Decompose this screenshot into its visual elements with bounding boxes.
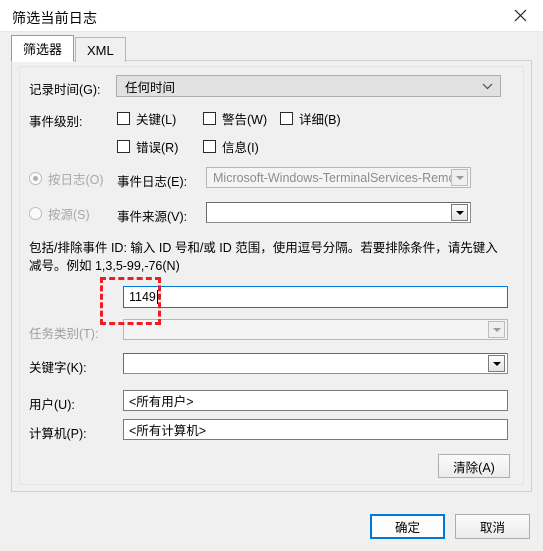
checkbox-error[interactable]: 错误(R) — [117, 137, 178, 156]
tab-strip: 筛选器 XML — [11, 35, 532, 62]
checkbox-error-box — [117, 140, 130, 153]
text-caret — [156, 290, 158, 304]
event-level-label: 事件级别: — [29, 115, 83, 129]
radio-by-log[interactable]: 按日志(O) — [29, 169, 104, 188]
keywords-combobox[interactable] — [123, 353, 508, 374]
checkbox-warning-label: 警告(W) — [222, 113, 268, 127]
logged-label: 记录时间(G): — [29, 83, 101, 97]
logged-value: 任何时间 — [125, 80, 176, 95]
user-input[interactable]: <所有用户> — [123, 390, 508, 411]
checkbox-information[interactable]: 信息(I) — [203, 137, 259, 156]
radio-by-log-circle — [29, 172, 42, 185]
clear-button-label: 清除(A) — [453, 460, 495, 475]
computer-label: 计算机(P): — [29, 427, 87, 441]
user-label: 用户(U): — [29, 398, 75, 412]
checkbox-verbose-label: 详细(B) — [299, 113, 341, 127]
dropdown-arrow-icon[interactable] — [488, 321, 505, 338]
checkbox-information-label: 信息(I) — [222, 141, 259, 155]
event-source-combobox[interactable] — [206, 202, 471, 223]
event-source-label: 事件来源(V): — [117, 210, 188, 224]
dropdown-arrow-icon[interactable] — [488, 355, 505, 372]
chevron-down-icon — [474, 83, 500, 90]
event-id-value: 1149 — [129, 290, 156, 304]
user-value: <所有用户> — [129, 395, 194, 409]
task-category-label: 任务类别(T): — [29, 327, 99, 341]
tab-filter-label: 筛选器 — [23, 42, 63, 57]
dropdown-arrow-icon[interactable] — [451, 204, 468, 221]
dropdown-arrow-icon[interactable] — [451, 169, 468, 186]
radio-by-log-label: 按日志(O) — [48, 173, 104, 187]
ok-button-label: 确定 — [394, 521, 420, 535]
event-log-value: Microsoft-Windows-TerminalServices-Remot… — [213, 170, 451, 185]
filter-form: 记录时间(G): 任何时间 事件级别: 关键(L) 警告(W) 详细(B) 错误… — [19, 66, 524, 485]
radio-by-source[interactable]: 按源(S) — [29, 204, 90, 223]
cancel-button[interactable]: 取消 — [455, 514, 530, 539]
dialog-title-bar: 筛选当前日志 — [0, 0, 543, 32]
computer-value: <所有计算机> — [129, 424, 207, 438]
checkbox-critical-box — [117, 112, 130, 125]
tab-filter[interactable]: 筛选器 — [11, 35, 75, 62]
event-log-label: 事件日志(E): — [117, 175, 188, 189]
checkbox-verbose[interactable]: 详细(B) — [280, 109, 341, 128]
cancel-button-label: 取消 — [479, 521, 505, 535]
dialog-title: 筛选当前日志 — [12, 10, 98, 26]
ok-button[interactable]: 确定 — [370, 514, 445, 539]
tab-xml[interactable]: XML — [75, 37, 126, 62]
logged-combobox[interactable]: 任何时间 — [116, 75, 501, 97]
checkbox-critical-label: 关键(L) — [136, 113, 177, 127]
checkbox-warning[interactable]: 警告(W) — [203, 109, 267, 128]
close-icon[interactable] — [498, 0, 543, 30]
checkbox-error-label: 错误(R) — [136, 141, 179, 155]
task-category-combobox[interactable] — [123, 319, 508, 340]
tab-xml-label: XML — [87, 42, 114, 58]
clear-button[interactable]: 清除(A) — [438, 454, 510, 478]
event-id-input[interactable]: 1149 — [123, 286, 508, 308]
event-id-description: 包括/排除事件 ID: 输入 ID 号和/或 ID 范围，使用逗号分隔。若要排除… — [29, 241, 498, 273]
filter-tab-panel: 记录时间(G): 任何时间 事件级别: 关键(L) 警告(W) 详细(B) 错误… — [11, 60, 532, 492]
checkbox-critical[interactable]: 关键(L) — [117, 109, 176, 128]
radio-by-source-label: 按源(S) — [48, 208, 90, 222]
keywords-label: 关键字(K): — [29, 361, 87, 375]
computer-input[interactable]: <所有计算机> — [123, 419, 508, 440]
radio-by-source-circle — [29, 207, 42, 220]
checkbox-information-box — [203, 140, 216, 153]
event-log-combobox[interactable]: Microsoft-Windows-TerminalServices-Remot… — [206, 167, 471, 188]
checkbox-warning-box — [203, 112, 216, 125]
checkbox-verbose-box — [280, 112, 293, 125]
